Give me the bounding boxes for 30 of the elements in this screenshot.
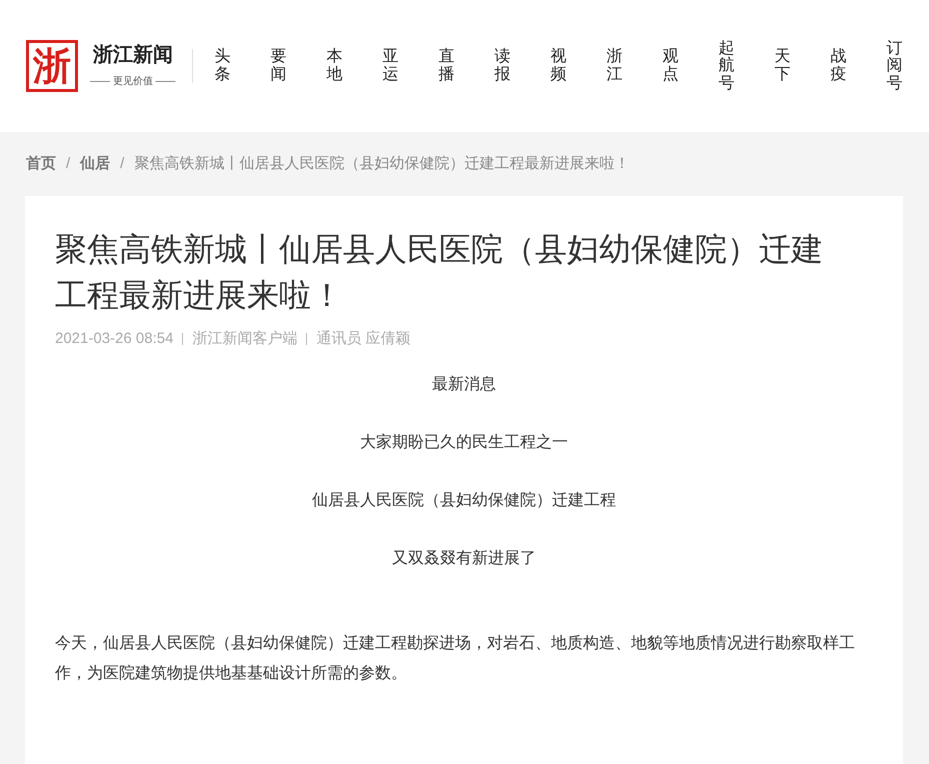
article-meta: 2021-03-26 08:54	[55, 329, 174, 349]
slogan: —— 更见价值 ——	[90, 74, 176, 88]
nav-link[interactable]: 观点	[662, 48, 679, 84]
article-meta: 浙江新闻客户端	[192, 329, 298, 349]
nav-link[interactable]: 要闻	[270, 48, 287, 84]
nav-link[interactable]: 视频	[550, 48, 567, 84]
article-title: 聚焦高铁新城丨仙居县人民医院（县妇幼保健院）迁建工程最新进展来啦！	[55, 230, 824, 315]
article-paragraph: 最新消息	[431, 374, 497, 394]
site-name: 浙江新闻	[92, 44, 173, 64]
article-paragraph: 今天，仙居县人民医院（县妇幼保健院）迁建工程勘探进场，对岩石、地质构造、地貌等地质情况进行勘察取样工作，为医院建筑物提供地基基础设计所需的参数。	[55, 634, 856, 684]
nav-link[interactable]: 战疫	[830, 48, 847, 84]
nav-link[interactable]: 直播	[438, 48, 455, 84]
article-paragraph: 仙居县人民医院（县妇幼保健院）迁建工程	[311, 490, 617, 510]
article-paragraph: 又双叒叕有新进展了	[391, 548, 537, 568]
breadcrumb-link[interactable]: 仙居	[80, 152, 110, 176]
nav-link[interactable]: 亚运	[382, 48, 399, 84]
article-meta: 通讯员 应倩颖	[316, 329, 411, 349]
logo-mark: 浙	[26, 40, 78, 92]
breadcrumb-link[interactable]: 首页	[26, 152, 56, 176]
article-paragraph: 大家期盼已久的民生工程之一	[359, 432, 569, 452]
nav-link[interactable]: 头条	[214, 48, 231, 84]
breadcrumb-current: 聚焦高铁新城丨仙居县人民医院（县妇幼保健院）迁建工程最新进展来啦！	[134, 154, 630, 174]
nav-link[interactable]: 读报	[494, 48, 511, 84]
breadcrumb-separator: /	[120, 154, 124, 174]
nav-link[interactable]: 本地	[326, 48, 343, 84]
nav-link[interactable]: 天下	[774, 48, 791, 84]
nav-link[interactable]: 订阅号	[886, 40, 903, 92]
nav-link[interactable]: 浙江	[606, 48, 623, 84]
nav-link[interactable]: 起航号	[718, 40, 735, 92]
breadcrumb-separator: /	[66, 154, 70, 174]
